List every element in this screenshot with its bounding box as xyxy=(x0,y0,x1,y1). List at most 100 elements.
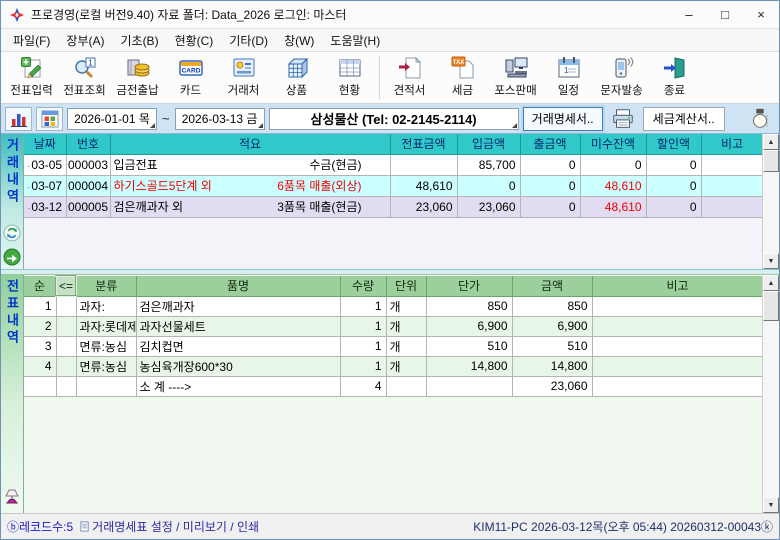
cell-insert[interactable] xyxy=(56,296,76,316)
voucher-items-scrollbar[interactable]: ▲ ▼ xyxy=(762,275,779,513)
scroll-down-icon[interactable]: ▼ xyxy=(763,253,779,269)
cell-date[interactable]: ·03-12 xyxy=(24,196,66,217)
cell-unit[interactable]: 개 xyxy=(386,336,426,356)
cell-price[interactable]: 14,800 xyxy=(426,356,512,376)
cell-seq[interactable]: 4 xyxy=(24,356,56,376)
print-button[interactable] xyxy=(607,106,639,132)
cell-no[interactable]: 000003 xyxy=(66,154,110,175)
minimize-button[interactable]: – xyxy=(671,1,707,28)
cell-name[interactable]: 과자선물세트 xyxy=(136,316,340,336)
toolbar-partner[interactable]: 거래처 xyxy=(217,54,270,98)
date-to-field[interactable]: 2026-03-13 금 xyxy=(175,108,265,130)
maximize-button[interactable]: □ xyxy=(707,1,743,28)
cell-qty[interactable]: 1 xyxy=(340,296,386,316)
cell-name[interactable]: 농심육개장600*30 xyxy=(136,356,340,376)
cell-receivable[interactable]: 48,610 xyxy=(580,175,646,196)
scroll-down-icon[interactable]: ▼ xyxy=(763,497,779,513)
cell-category[interactable]: 면류:농심 xyxy=(76,356,136,376)
chart-view-button[interactable] xyxy=(5,107,32,131)
cell-unit[interactable]: 개 xyxy=(386,296,426,316)
cell-total[interactable] xyxy=(390,154,457,175)
cell-deposit[interactable]: 0 xyxy=(457,175,520,196)
cell-insert[interactable] xyxy=(56,336,76,356)
cell-note[interactable] xyxy=(592,336,762,356)
statement-button[interactable]: 거래명세서.. xyxy=(523,107,603,131)
cell-withdraw[interactable]: 0 xyxy=(520,196,580,217)
transaction-row[interactable]: ·03-12 000005 검은깨과자 외3품목 매출(현금) 23,060 2… xyxy=(24,196,762,217)
date-from-field[interactable]: 2026-01-01 목 xyxy=(67,108,157,130)
scroll-up-icon[interactable]: ▲ xyxy=(763,134,779,150)
toolbar-quote[interactable]: 견적서 xyxy=(383,54,436,98)
cell-qty[interactable]: 1 xyxy=(340,316,386,336)
cell-insert[interactable] xyxy=(56,316,76,336)
cell-discount[interactable]: 0 xyxy=(646,196,701,217)
tax-invoice-button[interactable]: 세금계산서.. xyxy=(643,107,725,131)
desk-lamp-icon[interactable] xyxy=(2,486,22,506)
menu-ledger[interactable]: 장부(A) xyxy=(58,30,112,51)
toolbar-pos[interactable]: 포스판매 xyxy=(489,54,542,98)
scroll-thumb[interactable] xyxy=(763,150,779,172)
cell-deposit[interactable]: 23,060 xyxy=(457,196,520,217)
cell-name[interactable]: 검은깨과자 xyxy=(136,296,340,316)
scroll-track[interactable] xyxy=(763,172,779,253)
company-combo[interactable]: 삼성물산 (Tel: 02-2145-2114) xyxy=(269,108,519,130)
cell-receivable[interactable]: 48,610 xyxy=(580,196,646,217)
toolbar-tax[interactable]: TAX 세금 xyxy=(436,54,489,98)
toolbar-status[interactable]: 현황 xyxy=(323,54,376,98)
cell-name[interactable]: 김치컵면 xyxy=(136,336,340,356)
scroll-up-icon[interactable]: ▲ xyxy=(763,275,779,291)
cell-no[interactable]: 000004 xyxy=(66,175,110,196)
toolbar-voucher-input[interactable]: 전표입력 xyxy=(5,54,58,98)
item-row[interactable]: 1 과자: 검은깨과자 1 개 850 850 xyxy=(24,296,762,316)
cell-amount[interactable]: 14,800 xyxy=(512,356,592,376)
cell-category[interactable]: 과자:롯데제과 xyxy=(76,316,136,336)
cell-total[interactable]: 23,060 xyxy=(390,196,457,217)
cell-note[interactable] xyxy=(592,296,762,316)
cell-note[interactable] xyxy=(701,154,762,175)
cell-category[interactable]: 면류:농심 xyxy=(76,336,136,356)
tip-button[interactable] xyxy=(745,105,775,133)
cell-category[interactable]: 과자: xyxy=(76,296,136,316)
cell-discount[interactable]: 0 xyxy=(646,154,701,175)
col-header-insert-button[interactable]: <= xyxy=(56,276,76,296)
toolbar-voucher-search[interactable]: 1 전표조회 xyxy=(58,54,111,98)
cell-price[interactable]: 850 xyxy=(426,296,512,316)
cell-no[interactable]: 000005 xyxy=(66,196,110,217)
toolbar-schedule[interactable]: 1 일정 xyxy=(542,54,595,98)
toolbar-card[interactable]: CARD 카드 xyxy=(164,54,217,98)
transaction-row[interactable]: ·03-05 000003 입금전표수금(현금) 85,700 0 0 0 xyxy=(24,154,762,175)
toolbar-exit[interactable]: 종료 xyxy=(648,54,701,98)
scroll-thumb[interactable] xyxy=(763,291,779,321)
transaction-row[interactable]: ·03-07 000004 하기스골드5단계 외6품목 매출(외상) 48,61… xyxy=(24,175,762,196)
menu-basic[interactable]: 기초(B) xyxy=(112,30,166,51)
item-row[interactable]: 3 면류:농심 김치컵면 1 개 510 510 xyxy=(24,336,762,356)
cell-note[interactable] xyxy=(592,316,762,336)
menu-file[interactable]: 파일(F) xyxy=(5,30,58,51)
item-row[interactable]: 4 면류:농심 농심육개장600*30 1 개 14,800 14,800 xyxy=(24,356,762,376)
cell-desc[interactable]: 입금전표수금(현금) xyxy=(110,154,390,175)
cell-withdraw[interactable]: 0 xyxy=(520,175,580,196)
refresh-icon[interactable] xyxy=(3,224,21,242)
go-icon[interactable] xyxy=(3,248,21,266)
menu-status[interactable]: 현황(C) xyxy=(167,30,222,51)
cell-date[interactable]: ·03-07 xyxy=(24,175,66,196)
cell-date[interactable]: ·03-05 xyxy=(24,154,66,175)
menu-help[interactable]: 도움말(H) xyxy=(322,30,388,51)
transactions-scrollbar[interactable]: ▲ ▼ xyxy=(762,134,779,269)
cell-desc[interactable]: 하기스골드5단계 외6품목 매출(외상) xyxy=(110,175,390,196)
cell-seq[interactable]: 3 xyxy=(24,336,56,356)
statement-settings-link[interactable]: 거래명세표 설정 / 미리보기 / 인쇄 xyxy=(79,518,259,535)
toolbar-cash-book[interactable]: 금전출납 xyxy=(111,54,164,98)
cell-unit[interactable]: 개 xyxy=(386,356,426,376)
menu-etc[interactable]: 기타(D) xyxy=(221,30,276,51)
cell-note[interactable] xyxy=(701,175,762,196)
cell-amount[interactable]: 6,900 xyxy=(512,316,592,336)
close-button[interactable]: × xyxy=(743,1,779,28)
cell-seq[interactable]: 1 xyxy=(24,296,56,316)
cell-receivable[interactable]: 0 xyxy=(580,154,646,175)
cell-amount[interactable]: 850 xyxy=(512,296,592,316)
cell-total[interactable]: 48,610 xyxy=(390,175,457,196)
cell-note[interactable] xyxy=(592,356,762,376)
cell-note[interactable] xyxy=(701,196,762,217)
scroll-track[interactable] xyxy=(763,321,779,497)
